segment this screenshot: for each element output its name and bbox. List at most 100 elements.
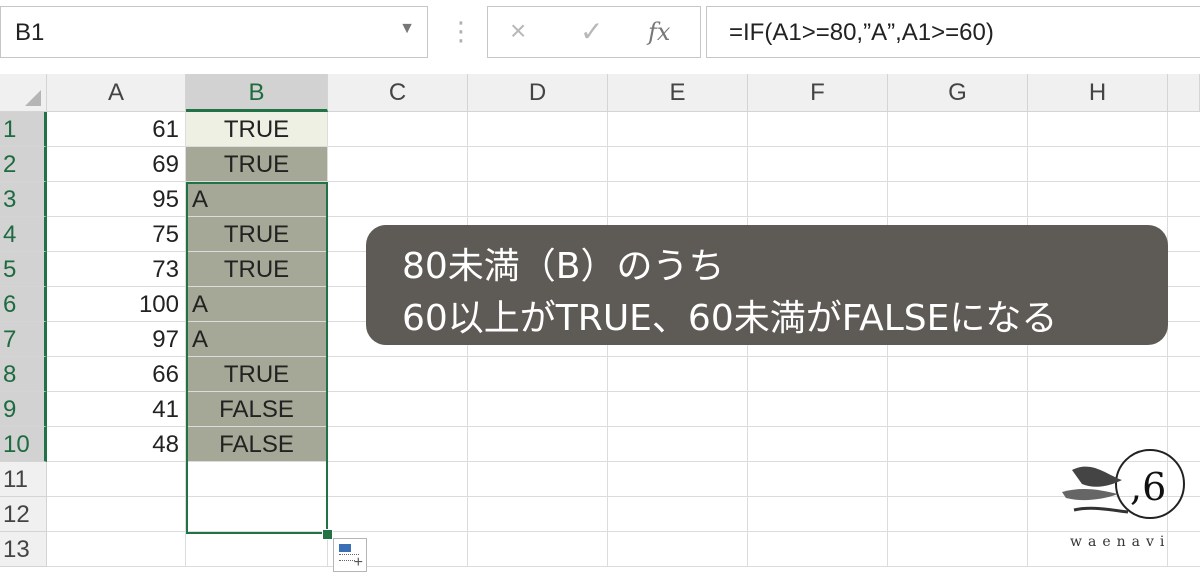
cell-a10[interactable]: 48 — [47, 427, 186, 462]
cell-b5[interactable]: TRUE — [186, 252, 328, 287]
cell-b10[interactable]: FALSE — [186, 427, 328, 462]
cell-i2[interactable] — [1168, 147, 1200, 182]
cell-c1[interactable] — [328, 112, 468, 147]
row-header-4[interactable]: 4 — [0, 217, 47, 252]
cell-g1[interactable] — [888, 112, 1028, 147]
cell-g11[interactable] — [888, 462, 1028, 497]
chevron-down-icon[interactable]: ▼ — [399, 20, 415, 38]
cell-e9[interactable] — [608, 392, 748, 427]
cell-d9[interactable] — [468, 392, 608, 427]
cell-i6[interactable] — [1168, 287, 1200, 322]
cell-a8[interactable]: 66 — [47, 357, 186, 392]
name-box-value[interactable]: B1 — [15, 19, 44, 47]
formula-text[interactable]: =IF(A1>=80,”A”,A1>=60) — [729, 19, 994, 47]
column-header-b[interactable]: B — [186, 74, 328, 112]
row-header-13[interactable]: 13 — [0, 532, 47, 567]
cell-h2[interactable] — [1028, 147, 1168, 182]
cell-d2[interactable] — [468, 147, 608, 182]
cell-b3[interactable]: A — [186, 182, 328, 217]
cell-e1[interactable] — [608, 112, 748, 147]
cell-e10[interactable] — [608, 427, 748, 462]
cell-c2[interactable] — [328, 147, 468, 182]
cell-f3[interactable] — [748, 182, 888, 217]
row-header-7[interactable]: 7 — [0, 322, 47, 357]
row-header-6[interactable]: 6 — [0, 287, 47, 322]
fill-handle[interactable] — [322, 529, 333, 540]
cell-e13[interactable] — [608, 532, 748, 567]
cell-b11[interactable] — [186, 462, 328, 497]
column-header-a[interactable]: A — [47, 74, 186, 112]
cell-a11[interactable] — [47, 462, 186, 497]
column-header-e[interactable]: E — [608, 74, 748, 112]
cell-d11[interactable] — [468, 462, 608, 497]
cell-b6[interactable]: A — [186, 287, 328, 322]
cell-e8[interactable] — [608, 357, 748, 392]
column-header-f[interactable]: F — [748, 74, 888, 112]
cell-g10[interactable] — [888, 427, 1028, 462]
cell-i8[interactable] — [1168, 357, 1200, 392]
row-header-12[interactable]: 12 — [0, 497, 47, 532]
cell-i3[interactable] — [1168, 182, 1200, 217]
cell-b8[interactable]: TRUE — [186, 357, 328, 392]
formula-bar-splitter[interactable]: ⋮ — [448, 16, 474, 47]
cell-f11[interactable] — [748, 462, 888, 497]
cell-e2[interactable] — [608, 147, 748, 182]
cell-f8[interactable] — [748, 357, 888, 392]
cell-b12[interactable] — [186, 497, 328, 532]
column-header-h[interactable]: H — [1028, 74, 1168, 112]
cell-d13[interactable] — [468, 532, 608, 567]
cell-i7[interactable] — [1168, 322, 1200, 357]
formula-input[interactable]: =IF(A1>=80,”A”,A1>=60) — [706, 6, 1200, 58]
row-header-1[interactable]: 1 — [0, 112, 47, 147]
cell-a6[interactable]: 100 — [47, 287, 186, 322]
column-header-i[interactable] — [1168, 74, 1200, 112]
cell-g8[interactable] — [888, 357, 1028, 392]
cell-d8[interactable] — [468, 357, 608, 392]
row-header-11[interactable]: 11 — [0, 462, 47, 497]
cell-g2[interactable] — [888, 147, 1028, 182]
cell-f2[interactable] — [748, 147, 888, 182]
cell-b2[interactable]: TRUE — [186, 147, 328, 182]
cell-f12[interactable] — [748, 497, 888, 532]
cell-h9[interactable] — [1028, 392, 1168, 427]
cell-d1[interactable] — [468, 112, 608, 147]
cell-a13[interactable] — [47, 532, 186, 567]
row-header-8[interactable]: 8 — [0, 357, 47, 392]
insert-function-icon[interactable]: fx — [648, 18, 670, 46]
row-header-10[interactable]: 10 — [0, 427, 47, 462]
cell-d10[interactable] — [468, 427, 608, 462]
cell-b13[interactable] — [186, 532, 328, 567]
cell-g12[interactable] — [888, 497, 1028, 532]
cell-g13[interactable] — [888, 532, 1028, 567]
row-header-9[interactable]: 9 — [0, 392, 47, 427]
cell-e3[interactable] — [608, 182, 748, 217]
cell-a12[interactable] — [47, 497, 186, 532]
cell-b1[interactable]: TRUE — [186, 112, 328, 147]
cancel-icon[interactable]: × — [510, 15, 526, 47]
cell-e11[interactable] — [608, 462, 748, 497]
cell-h3[interactable] — [1028, 182, 1168, 217]
select-all-button[interactable] — [0, 74, 47, 112]
cell-a4[interactable]: 75 — [47, 217, 186, 252]
cell-d3[interactable] — [468, 182, 608, 217]
row-header-2[interactable]: 2 — [0, 147, 47, 182]
cell-f13[interactable] — [748, 532, 888, 567]
cell-c9[interactable] — [328, 392, 468, 427]
row-header-3[interactable]: 3 — [0, 182, 47, 217]
cell-c12[interactable] — [328, 497, 468, 532]
cell-d12[interactable] — [468, 497, 608, 532]
cell-c10[interactable] — [328, 427, 468, 462]
cell-b9[interactable]: FALSE — [186, 392, 328, 427]
cell-c3[interactable] — [328, 182, 468, 217]
cell-i1[interactable] — [1168, 112, 1200, 147]
cell-g9[interactable] — [888, 392, 1028, 427]
name-box[interactable]: B1 ▼ — [0, 6, 428, 58]
quick-analysis-icon[interactable]: + — [333, 538, 367, 572]
cell-h8[interactable] — [1028, 357, 1168, 392]
cell-f10[interactable] — [748, 427, 888, 462]
cell-i5[interactable] — [1168, 252, 1200, 287]
cell-c11[interactable] — [328, 462, 468, 497]
cell-a7[interactable]: 97 — [47, 322, 186, 357]
cell-i9[interactable] — [1168, 392, 1200, 427]
cell-h1[interactable] — [1028, 112, 1168, 147]
